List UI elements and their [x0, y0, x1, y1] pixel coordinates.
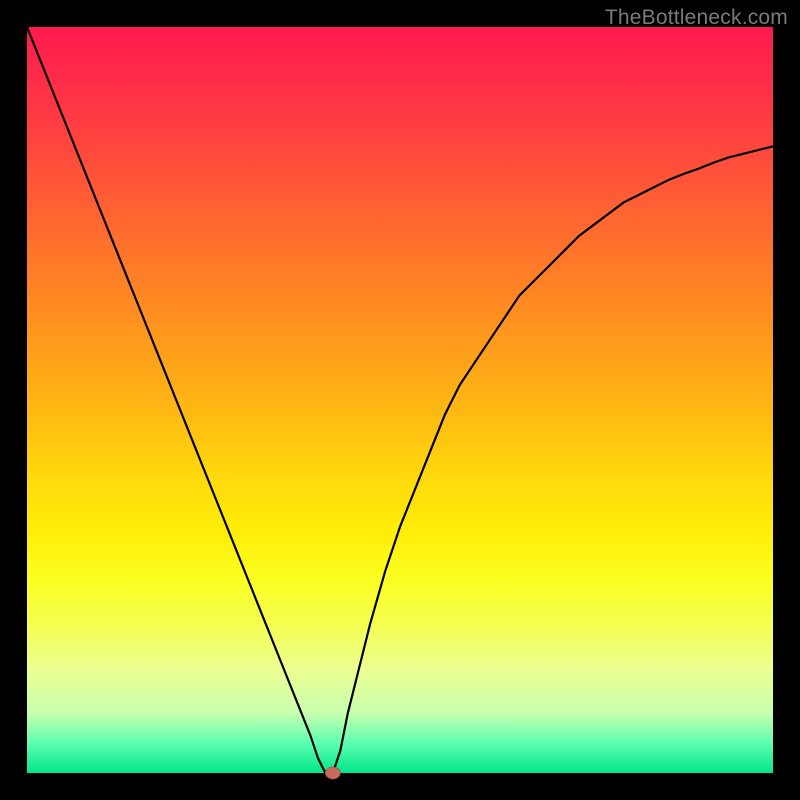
- plot-area: [27, 27, 773, 773]
- curve-layer: [27, 27, 773, 773]
- minimum-marker: [325, 767, 340, 779]
- chart-frame: TheBottleneck.com: [0, 0, 800, 800]
- bottleneck-curve: [27, 27, 773, 773]
- watermark-text: TheBottleneck.com: [605, 6, 788, 30]
